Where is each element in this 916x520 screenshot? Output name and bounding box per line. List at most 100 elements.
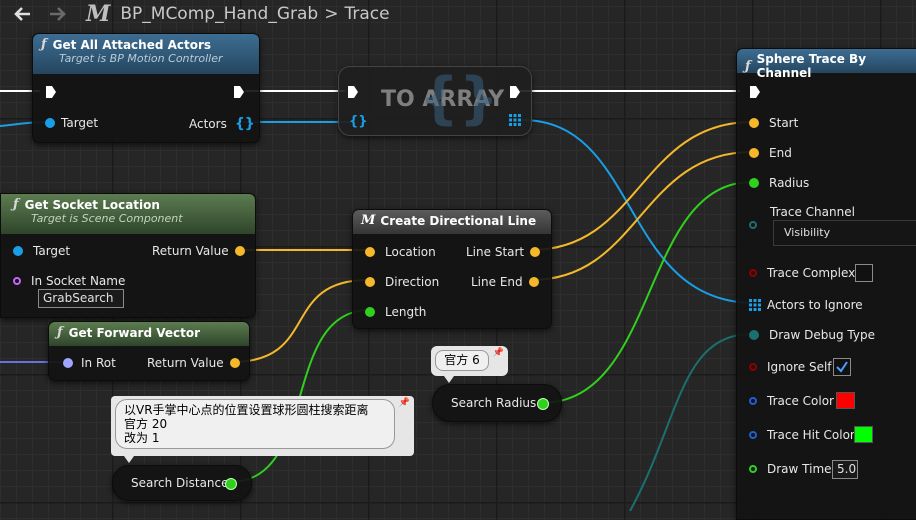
pin-length[interactable]: Length <box>365 305 426 319</box>
exec-out-pin[interactable] <box>233 85 245 99</box>
breadcrumb-bar: M BP_MComp_Hand_Grab > Trace <box>0 0 916 28</box>
pin-comment-icon[interactable]: 📌 <box>399 398 410 408</box>
vector-pin-icon <box>365 277 375 287</box>
pin-actors[interactable]: Actors {} <box>189 116 255 132</box>
node-header: ƒ Sphere Trace By Channel <box>737 49 916 80</box>
object-pin-icon <box>45 118 55 128</box>
ignore-self-checkbox[interactable] <box>833 358 851 376</box>
pin-direction[interactable]: Direction <box>365 275 439 289</box>
pin-draw-time[interactable]: Draw Time <box>749 462 832 476</box>
pin-search-radius-out[interactable] <box>537 398 549 410</box>
vector-pin-icon <box>365 247 375 257</box>
pin-target[interactable]: Target <box>45 116 98 130</box>
name-pin-icon <box>13 277 21 285</box>
comment-bubble-distance[interactable]: 以VR手掌中心点的位置设置球形圆柱搜索距离 官方 20 改为 1 📌 <box>111 396 414 456</box>
struct-pin-icon <box>749 397 757 405</box>
exec-in-pin[interactable] <box>45 85 57 99</box>
breadcrumb-graph[interactable]: Trace <box>344 4 389 24</box>
array-pin-icon <box>509 114 521 126</box>
node-header: ƒ Get Forward Vector <box>49 322 249 346</box>
vector-wire <box>530 121 753 251</box>
enum-pin-icon <box>749 330 759 340</box>
pin-in-rot[interactable]: In Rot <box>63 356 116 370</box>
function-icon: ƒ <box>13 197 19 212</box>
vector-wire <box>530 151 753 281</box>
vector-pin-icon <box>234 246 245 256</box>
node-get-all-attached-actors[interactable]: ƒ Get All Attached Actors Target is BP Mo… <box>32 33 260 143</box>
pin-actors-to-ignore[interactable]: Actors to Ignore <box>749 298 863 312</box>
float-pin-icon <box>537 398 549 410</box>
pin-start[interactable]: Start <box>749 116 798 130</box>
node-header: M Create Directional Line <box>353 210 551 234</box>
float-pin-icon <box>225 478 237 490</box>
channel-wire <box>629 333 753 511</box>
comment-text: 官方 6 <box>435 350 489 371</box>
blueprint-icon: M <box>86 1 111 27</box>
pin-trace-channel[interactable] <box>749 221 757 229</box>
pin-return-value[interactable]: Return Value <box>152 244 245 258</box>
node-header: ƒ Get Socket Location Target is Scene Com… <box>1 194 255 234</box>
draw-time-input[interactable]: 5.0 <box>832 460 858 479</box>
exec-pin-icon <box>750 86 760 98</box>
trace-color-swatch[interactable] <box>836 392 855 409</box>
pin-ignore-self[interactable]: Ignore Self <box>749 360 832 374</box>
exec-in-pin[interactable] <box>749 85 761 99</box>
breadcrumb-blueprint[interactable]: BP_MComp_Hand_Grab <box>120 4 318 24</box>
comment-pointer <box>444 376 454 383</box>
trace-hit-color-swatch[interactable] <box>854 426 873 443</box>
set-pin-icon: {} <box>234 116 255 132</box>
pin-end[interactable]: End <box>749 146 792 160</box>
trace-channel-dropdown[interactable]: Visibility <box>773 220 916 246</box>
pin-radius[interactable]: Radius <box>749 176 809 190</box>
exec-in-pin[interactable] <box>347 85 359 99</box>
forward-arrow-icon <box>50 7 66 21</box>
variable-label: Search Distance <box>131 476 229 490</box>
checkmark-icon <box>836 361 848 373</box>
exec-pin-icon <box>234 86 244 98</box>
back-button[interactable] <box>12 3 34 25</box>
pin-trace-channel-label: Trace Channel <box>770 205 855 219</box>
array-wire <box>521 119 753 304</box>
node-get-socket-location[interactable]: ƒ Get Socket Location Target is Scene Com… <box>0 193 256 318</box>
bool-pin-icon <box>749 269 757 277</box>
pin-trace-hit-color[interactable]: Trace Hit Color <box>749 428 855 442</box>
array-out-pin[interactable] <box>509 114 521 126</box>
node-title: Get Socket Location <box>24 197 160 212</box>
set-in-pin[interactable]: {} <box>349 114 368 129</box>
pin-return-value[interactable]: Return Value <box>147 356 240 370</box>
node-title: Get Forward Vector <box>68 325 201 340</box>
struct-pin-icon <box>749 431 757 439</box>
socket-name-input[interactable]: GrabSearch <box>38 289 124 308</box>
forward-button[interactable] <box>46 3 68 25</box>
pin-draw-debug-type[interactable]: Draw Debug Type <box>749 328 875 342</box>
pin-location[interactable]: Location <box>365 245 436 259</box>
vector-pin-icon <box>528 277 539 287</box>
pin-search-distance-out[interactable] <box>225 478 237 490</box>
node-search-distance[interactable]: Search Distance <box>112 465 252 501</box>
function-icon: ƒ <box>745 58 751 74</box>
pin-trace-complex[interactable]: Trace Complex <box>749 266 855 280</box>
pin-in-socket-name[interactable]: In Socket Name <box>13 274 125 288</box>
node-get-forward-vector[interactable]: ƒ Get Forward Vector In Rot Return Value <box>48 321 250 381</box>
set-pin-icon: {} <box>349 114 368 129</box>
pin-comment-icon[interactable]: 📌 <box>493 348 504 358</box>
comment-bubble-radius[interactable]: 官方 6 📌 <box>431 346 508 376</box>
bool-pin-icon <box>749 363 757 371</box>
enum-pin-icon <box>749 221 757 229</box>
trace-complex-checkbox[interactable] <box>855 264 873 282</box>
pin-trace-color[interactable]: Trace Color <box>749 394 834 408</box>
pin-target[interactable]: Target <box>13 244 70 258</box>
node-to-array[interactable]: TO ARRAY {} {} <box>338 66 532 136</box>
node-sphere-trace-by-channel[interactable]: ƒ Sphere Trace By Channel Start End Radiu… <box>736 48 916 520</box>
variable-label: Search Radius <box>451 396 537 410</box>
pin-line-start[interactable]: Line Start <box>466 245 541 259</box>
float-wire <box>540 181 753 404</box>
object-pin-icon <box>13 246 23 256</box>
pin-line-end[interactable]: Line End <box>471 275 539 289</box>
node-create-directional-line[interactable]: M Create Directional Line Location Direct… <box>352 209 552 329</box>
function-icon: ƒ <box>57 325 63 340</box>
exec-out-pin[interactable] <box>509 85 521 99</box>
node-title: Sphere Trace By Channel <box>756 52 867 80</box>
exec-pin-icon <box>348 86 358 98</box>
node-search-radius[interactable]: Search Radius <box>432 384 562 422</box>
